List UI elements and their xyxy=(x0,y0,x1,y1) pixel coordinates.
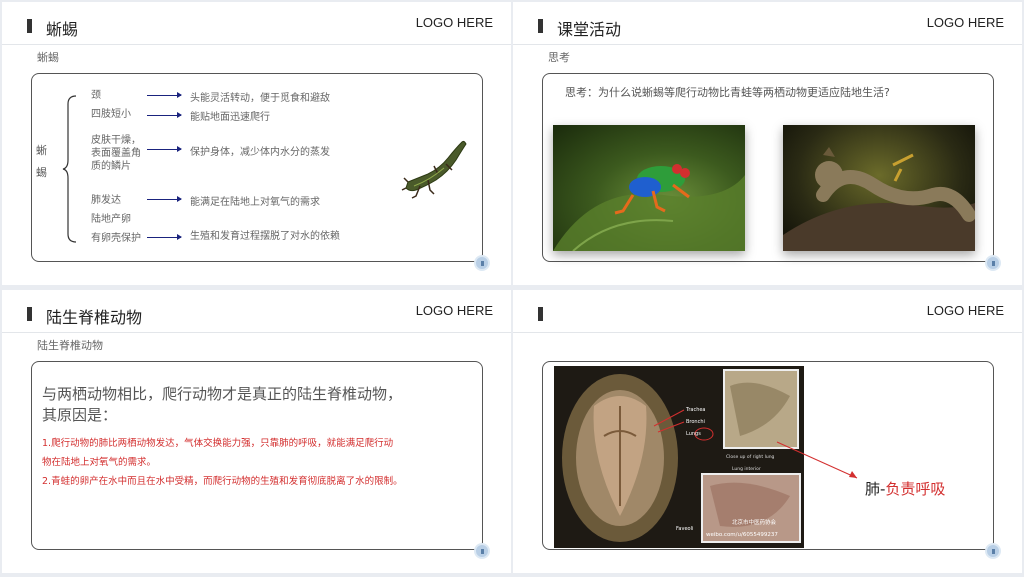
lizard-illustration xyxy=(401,140,467,199)
reason-point: 2.青蛙的卵产在水中而且在水中受精，而爬行动物的生殖和发育彻底脱离了水的限制。 xyxy=(42,476,403,487)
content-box: 与两栖动物相比，爬行动物才是真正的陆生脊椎动物， 其原因是： 1.爬行动物的肺比… xyxy=(31,361,483,550)
question-text: 思考：为什么说蜥蜴等爬行动物比青蛙等两栖动物更适应陆地生活? xyxy=(565,86,890,99)
lizard-photo xyxy=(783,125,975,251)
trait-desc: 头能灵活转动，便于觅食和避敌 xyxy=(190,93,330,104)
logo-text: LOGO HERE xyxy=(415,15,493,30)
lung-label-prefix: 肺- xyxy=(865,480,886,498)
slide-subtitle: 蜥蜴 xyxy=(37,51,59,64)
lung-label-red: 负责呼吸 xyxy=(885,480,946,498)
header-divider xyxy=(2,44,511,45)
arrow-icon xyxy=(147,92,182,98)
watermark-text: 北京市中医药协会 xyxy=(732,518,777,526)
trait-desc: 保护身体，减少体内水分的蒸发 xyxy=(190,147,330,158)
slide-classroom-activity[interactable]: 课堂活动 LOGO HERE 思考 思考：为什么说蜥蜴等爬行动物比青蛙等两栖动物… xyxy=(513,2,1022,285)
reason-point: 1.爬行动物的肺比两栖动物发达，气体交换能力强，只靠肺的呼吸，就能满足爬行动 物… xyxy=(42,438,394,468)
brace-icon xyxy=(62,95,77,243)
frog-photo xyxy=(553,125,745,251)
title-marker xyxy=(27,19,32,33)
slide-title: 陆生脊椎动物 xyxy=(46,308,143,327)
trait-label: 肺发达 xyxy=(91,195,121,206)
slide-lizard[interactable]: 蜥蜴 LOGO HERE 蜥蜴 蜥 蜴 颈 头能灵活转动，便于觅食和避敌 四肢短… xyxy=(2,2,511,285)
trait-desc: 能贴地面迅速爬行 xyxy=(190,112,270,123)
lead-text: 与两栖动物相比，爬行动物才是真正的陆生脊椎动物， 其原因是： xyxy=(42,385,403,424)
slide-badge-icon[interactable] xyxy=(474,543,490,559)
pointer-arrow-icon xyxy=(776,441,858,479)
logo-text: LOGO HERE xyxy=(415,303,493,318)
header-divider xyxy=(513,44,1022,45)
trait-desc: 能满足在陆地上对氧气的需求 xyxy=(190,197,320,208)
trait-label: 陆地产卵 xyxy=(91,214,131,225)
url-text: weibo.com/u/6055499237 xyxy=(706,532,778,538)
header-divider xyxy=(2,332,511,333)
slide-title: 蜥蜴 xyxy=(46,20,79,39)
slide-subtitle: 陆生脊椎动物 xyxy=(37,339,103,352)
lungs-label: Lungs xyxy=(686,431,701,437)
arrow-icon xyxy=(147,112,182,118)
arrow-icon xyxy=(147,234,182,240)
faveoli-label: Faveoli xyxy=(676,526,693,532)
trait-desc: 生殖和发育过程摆脱了对水的依赖 xyxy=(190,231,340,242)
header-divider xyxy=(513,332,1022,333)
slide-grid: 蜥蜴 LOGO HERE 蜥蜴 蜥 蜴 颈 头能灵活转动，便于觅食和避敌 四肢短… xyxy=(0,0,1024,577)
bronchi-label: Bronchi xyxy=(686,419,705,425)
slide-terrestrial-vertebrates[interactable]: 陆生脊椎动物 LOGO HERE 陆生脊椎动物 与两栖动物相比，爬行动物才是真正… xyxy=(2,290,511,573)
slide-badge-icon[interactable] xyxy=(474,255,490,271)
trait-label: 皮肤干燥， 表面覆盖角 质的鳞片 xyxy=(91,135,141,172)
logo-text: LOGO HERE xyxy=(926,15,1004,30)
title-marker xyxy=(538,307,543,321)
arrow-icon xyxy=(147,196,182,202)
lung-function-label: 肺-负责呼吸 xyxy=(865,478,945,499)
trait-label: 四肢短小 xyxy=(91,109,131,120)
title-marker xyxy=(538,19,543,33)
slide-title: 课堂活动 xyxy=(557,20,622,39)
dissection-photo: Trachea Bronchi Lungs Close up of right … xyxy=(554,366,804,548)
trait-label: 颈 xyxy=(91,90,101,101)
trait-label: 有卵壳保护 xyxy=(91,233,141,244)
slide-subtitle: 思考 xyxy=(548,51,570,64)
trachea-label: Trachea xyxy=(685,407,706,413)
content-box: 蜥 蜴 颈 头能灵活转动，便于觅食和避敌 四肢短小 能贴地面迅速爬行 皮肤干燥，… xyxy=(31,73,483,262)
closeup-label: Close up of right lung xyxy=(726,454,775,460)
logo-text: LOGO HERE xyxy=(926,303,1004,318)
interior-label: Lung interior xyxy=(732,466,761,472)
slide-badge-icon[interactable] xyxy=(985,543,1001,559)
slide-lung[interactable]: LOGO HERE Trachea Bronchi Lungs Close up… xyxy=(513,290,1022,573)
arrow-icon xyxy=(147,146,182,152)
root-label: 蜥 蜴 xyxy=(36,144,47,179)
title-marker xyxy=(27,307,32,321)
slide-badge-icon[interactable] xyxy=(985,255,1001,271)
